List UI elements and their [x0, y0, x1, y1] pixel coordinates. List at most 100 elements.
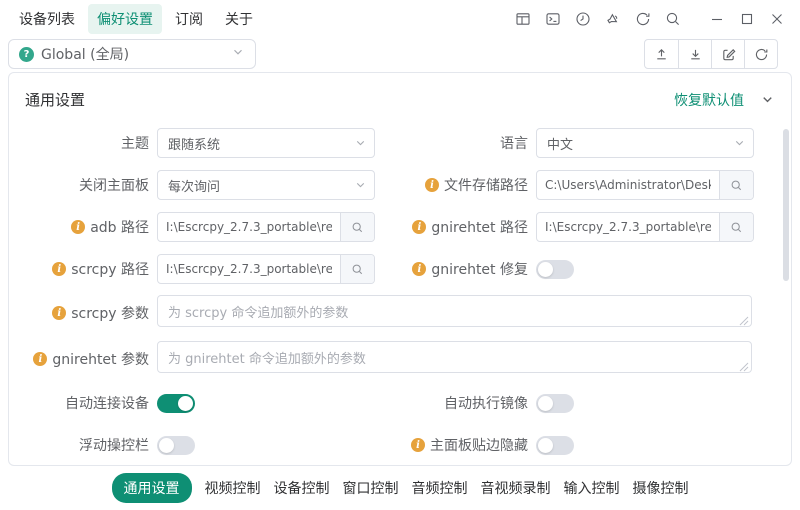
announcement-button[interactable]: [598, 4, 628, 34]
gnirehtet-args-textarea[interactable]: [157, 341, 752, 373]
gnirehtet-args-wrap: [157, 341, 752, 377]
scrcpy-args-label: i scrcpy 参数: [9, 303, 149, 323]
scrcpy-path-group: [157, 254, 375, 284]
chevron-down-icon: [733, 137, 746, 150]
edit-config-button[interactable]: [711, 40, 744, 68]
adb-path-group: [157, 212, 375, 242]
scrollbar-thumb[interactable]: [783, 129, 789, 281]
layout-panel-button[interactable]: [508, 4, 538, 34]
main-menu: 设备列表 偏好设置 订阅 关于: [10, 4, 262, 34]
scrcpy-path-label: i scrcpy 路径: [9, 259, 149, 279]
terminal-icon: [546, 13, 560, 25]
gnirehtet-path-browse-button[interactable]: [719, 213, 753, 241]
auto-connect-switch[interactable]: [157, 393, 195, 413]
tab-device-control[interactable]: 设备控制: [274, 473, 330, 503]
auto-mirror-switch[interactable]: [536, 393, 574, 413]
info-icon: i: [52, 262, 67, 276]
form-row: 自动连接设备 自动执行镜像: [9, 382, 791, 424]
file-store-path-browse-button[interactable]: [719, 171, 753, 199]
close-panel-label: 关闭主面板: [79, 178, 149, 194]
menu-item-preferences[interactable]: 偏好设置: [88, 4, 162, 34]
gnirehtet-fix-label: i gnirehtet 修复: [401, 259, 528, 279]
megaphone-icon: [607, 13, 618, 24]
tab-video-control[interactable]: 视频控制: [205, 473, 261, 503]
search-icon: [666, 12, 679, 25]
tab-input-control[interactable]: 输入控制: [564, 473, 620, 503]
scrcpy-path-input[interactable]: [158, 255, 340, 283]
gnirehtet-path-group: [536, 212, 754, 242]
form-row: i adb 路径 i gnirehtet 路径: [9, 206, 791, 248]
floating-bar-switch[interactable]: [157, 435, 195, 455]
refresh-app-button[interactable]: [628, 4, 658, 34]
download-config-button[interactable]: [678, 40, 711, 68]
upload-icon: [657, 48, 666, 59]
search-icon: [731, 222, 742, 232]
scrcpy-args-textarea[interactable]: [157, 295, 752, 327]
gnirehtet-fix-switch[interactable]: [536, 259, 574, 279]
file-store-path-input[interactable]: [537, 171, 719, 199]
maximize-button[interactable]: [732, 4, 762, 34]
profile-scope-selector[interactable]: ? Global (全局): [8, 39, 256, 69]
language-select-value: 中文: [547, 137, 574, 153]
refresh-config-button[interactable]: [744, 40, 777, 68]
info-icon: i: [412, 262, 427, 276]
upload-config-button[interactable]: [645, 40, 678, 68]
edge-hide-switch[interactable]: [536, 435, 574, 455]
minimize-icon: [712, 18, 722, 21]
restore-defaults-button[interactable]: 恢复默认值: [674, 90, 744, 110]
floating-bar-label: 浮动操控栏: [79, 438, 149, 454]
edit-icon: [722, 48, 735, 60]
auto-connect-label: 自动连接设备: [65, 396, 149, 412]
close-panel-select[interactable]: 每次询问: [157, 170, 375, 200]
form-row: i scrcpy 路径 i gnirehtet 修复: [9, 248, 791, 290]
maximize-icon: [741, 13, 753, 25]
form-row: 关闭主面板 每次询问 i 文件存储路径: [9, 164, 791, 206]
info-icon: i: [71, 220, 86, 234]
edge-hide-label: i 主面板贴边隐藏: [401, 435, 528, 455]
scrcpy-path-browse-button[interactable]: [340, 255, 374, 283]
search-button[interactable]: [658, 4, 688, 34]
minimize-button[interactable]: [702, 4, 732, 34]
toolbar: ? Global (全局): [0, 38, 800, 70]
adb-path-label: i adb 路径: [9, 217, 149, 237]
theme-label: 主题: [121, 136, 149, 152]
settings-form: 主题 跟随系统 语言 中文 关闭主面板 每次询问 i 文件存储路径 C:\Use…: [9, 118, 791, 465]
info-icon: i: [33, 352, 48, 366]
menu-item-subscribe[interactable]: 订阅: [166, 4, 212, 34]
gnirehtet-args-label: i gnirehtet 参数: [9, 349, 149, 369]
close-icon: [772, 14, 782, 24]
clock-icon: [576, 12, 590, 26]
terminal-button[interactable]: [538, 4, 568, 34]
adb-path-input[interactable]: [158, 213, 340, 241]
search-icon: [352, 264, 363, 274]
language-select[interactable]: 中文: [536, 128, 754, 158]
search-icon: [731, 180, 742, 190]
menu-item-about[interactable]: 关于: [216, 4, 262, 34]
chevron-down-icon: [354, 137, 367, 150]
refresh-icon: [755, 48, 767, 60]
tab-camera-control[interactable]: 摄像控制: [633, 473, 689, 503]
theme-select-value: 跟随系统: [168, 137, 221, 153]
chevron-down-icon: [354, 179, 367, 192]
form-row: i gnirehtet 参数: [9, 336, 791, 382]
menu-item-device-list[interactable]: 设备列表: [10, 4, 84, 34]
settings-tabbar: 通用设置 视频控制 设备控制 窗口控制 音频控制 音视频录制 输入控制 摄像控制: [0, 466, 800, 510]
close-panel-select-value: 每次询问: [168, 179, 221, 195]
history-button[interactable]: [568, 4, 598, 34]
info-icon: i: [52, 306, 67, 320]
tab-general-settings[interactable]: 通用设置: [111, 473, 192, 503]
form-row: 浮动操控栏 i 主面板贴边隐藏: [9, 424, 791, 465]
theme-select[interactable]: 跟随系统: [157, 128, 375, 158]
auto-mirror-label: 自动执行镜像: [444, 396, 528, 412]
collapse-chevron-icon[interactable]: [760, 92, 775, 107]
config-button-group: [644, 39, 778, 69]
tab-window-control[interactable]: 窗口控制: [343, 473, 399, 503]
layout-panel-icon: [516, 13, 530, 25]
info-icon: i: [412, 220, 427, 234]
gnirehtet-path-input[interactable]: [537, 213, 719, 241]
tab-av-record[interactable]: 音视频录制: [481, 473, 551, 503]
close-button[interactable]: [762, 4, 792, 34]
language-label: 语言: [500, 136, 528, 152]
tab-audio-control[interactable]: 音频控制: [412, 473, 468, 503]
adb-path-browse-button[interactable]: [340, 213, 374, 241]
